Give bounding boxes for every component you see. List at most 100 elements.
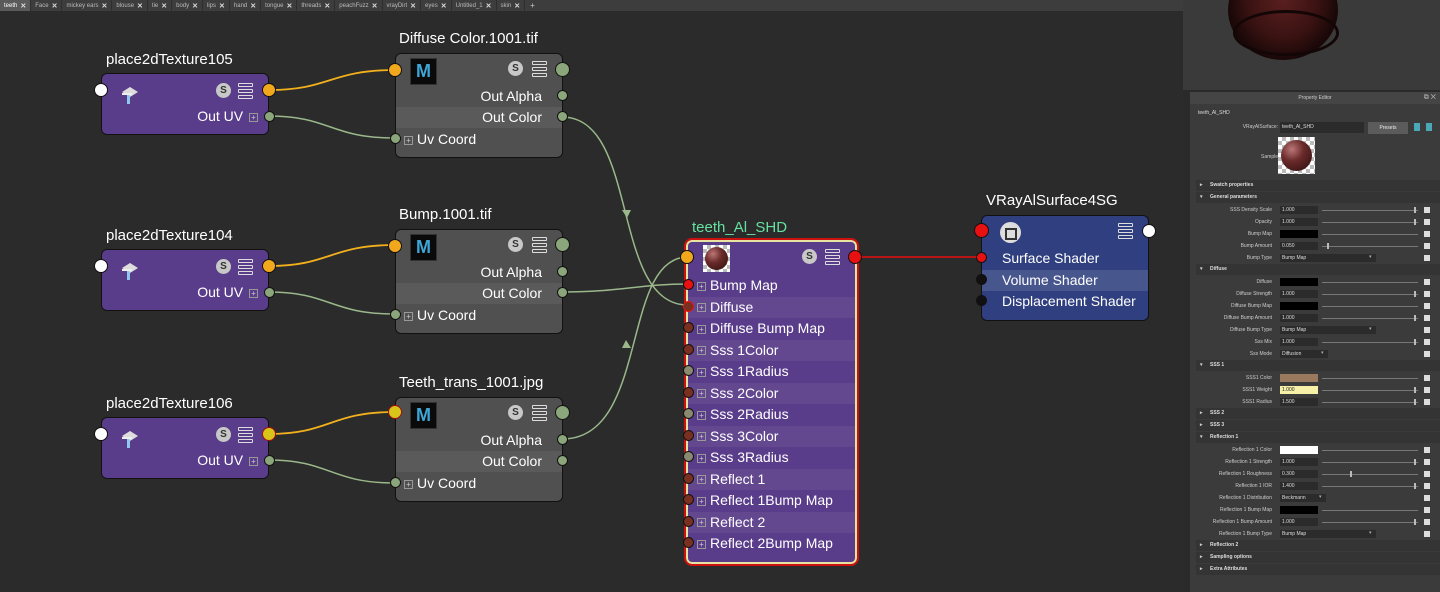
expand-icon[interactable]: + bbox=[697, 518, 706, 528]
map-button-icon[interactable] bbox=[1424, 471, 1430, 477]
prop-field[interactable]: 1.000 bbox=[1280, 218, 1318, 226]
prop-dropdown[interactable]: Bump Map bbox=[1280, 254, 1376, 262]
map-button-icon[interactable] bbox=[1424, 219, 1430, 225]
section-swatch[interactable]: ▸ Swatch properties bbox=[1196, 180, 1440, 191]
expand-icon[interactable]: + bbox=[697, 389, 706, 399]
prop-field[interactable]: 1.500 bbox=[1280, 398, 1318, 406]
map-button-icon[interactable] bbox=[1424, 495, 1430, 501]
expand-icon[interactable]: + bbox=[697, 410, 706, 420]
prop-field[interactable] bbox=[1280, 446, 1318, 454]
map-button-icon[interactable] bbox=[1424, 207, 1430, 213]
shader-attr-port[interactable] bbox=[683, 279, 694, 290]
close-icon[interactable]: ✕ bbox=[324, 2, 330, 10]
surface-shader-port[interactable] bbox=[976, 252, 987, 263]
presets-icon[interactable] bbox=[1414, 123, 1420, 131]
close-icon[interactable]: ✕ bbox=[514, 2, 520, 10]
expand-icon[interactable]: + bbox=[697, 346, 706, 356]
slider-handle[interactable] bbox=[1349, 471, 1352, 477]
map-button-icon[interactable] bbox=[1424, 399, 1430, 405]
chevron-down-icon[interactable]: ▾ bbox=[1321, 350, 1324, 356]
file-node-bump[interactable]: M S Out Alpha Out Color + Uv Coord bbox=[395, 229, 563, 334]
prop-slider[interactable] bbox=[1322, 522, 1418, 523]
prop-slider[interactable] bbox=[1322, 294, 1418, 295]
map-button-icon[interactable] bbox=[1424, 303, 1430, 309]
map-button-icon[interactable] bbox=[1424, 483, 1430, 489]
slider-handle[interactable] bbox=[1414, 483, 1416, 489]
tab-eyes[interactable]: eyes ✕ bbox=[421, 0, 452, 11]
input-port[interactable] bbox=[388, 405, 402, 419]
prop-field[interactable]: 0.300 bbox=[1280, 470, 1318, 478]
shader-attr-port[interactable] bbox=[683, 365, 694, 376]
close-icon[interactable]: ✕ bbox=[192, 2, 198, 10]
uv-coord-port[interactable] bbox=[390, 133, 401, 144]
map-button-icon[interactable] bbox=[1424, 387, 1430, 393]
chevron-down-icon[interactable]: ▾ bbox=[1369, 530, 1372, 536]
menu-icon[interactable] bbox=[825, 249, 840, 265]
shader-attr-port[interactable] bbox=[683, 300, 694, 312]
tab-skin[interactable]: skin ✕ bbox=[497, 0, 526, 11]
expand-arrow-icon[interactable]: ▾ bbox=[1200, 264, 1203, 275]
input-port[interactable] bbox=[680, 250, 694, 264]
input-port[interactable] bbox=[388, 63, 402, 77]
presets-button[interactable]: Presets bbox=[1368, 122, 1408, 134]
place2d-node-105[interactable]: S Out UV + bbox=[101, 73, 269, 135]
prop-field[interactable]: 0.050 bbox=[1280, 242, 1318, 250]
input-port[interactable] bbox=[388, 239, 402, 253]
chevron-down-icon[interactable]: ▾ bbox=[1319, 494, 1322, 500]
input-port[interactable] bbox=[974, 223, 989, 238]
prop-field[interactable]: 1.000 bbox=[1280, 386, 1318, 394]
slider-handle[interactable] bbox=[1414, 519, 1416, 525]
map-button-icon[interactable] bbox=[1424, 291, 1430, 297]
shader-attr-port[interactable] bbox=[683, 515, 694, 527]
s-button[interactable]: S bbox=[216, 427, 231, 442]
section-refl2[interactable]: ▸ Reflection 2 bbox=[1196, 540, 1440, 551]
prop-slider[interactable] bbox=[1322, 246, 1418, 247]
slider-handle[interactable] bbox=[1326, 243, 1329, 249]
prop-dropdown[interactable]: Bump Map bbox=[1280, 530, 1376, 538]
shader-attr-port[interactable] bbox=[683, 451, 694, 462]
uv-coord-port[interactable] bbox=[390, 309, 401, 320]
prop-field[interactable] bbox=[1280, 374, 1318, 382]
map-button-icon[interactable] bbox=[1424, 375, 1430, 381]
section-general[interactable]: ▾ General parameters bbox=[1196, 192, 1440, 203]
add-tab-button[interactable]: + bbox=[525, 1, 540, 10]
map-button-icon[interactable] bbox=[1424, 315, 1430, 321]
menu-icon[interactable] bbox=[238, 259, 253, 275]
section-sampling[interactable]: ▸ Sampling options bbox=[1196, 552, 1440, 563]
close-icon[interactable]: ✕ bbox=[101, 2, 107, 10]
section-sss1[interactable]: ▾ SSS 1 bbox=[1196, 360, 1440, 371]
s-button[interactable]: S bbox=[508, 237, 523, 252]
expand-icon[interactable]: + bbox=[697, 281, 706, 291]
shader-attr-port[interactable] bbox=[683, 322, 694, 333]
tab-teeth[interactable]: teeth ✕ bbox=[0, 0, 32, 11]
prop-slider[interactable] bbox=[1322, 342, 1418, 343]
output-port[interactable] bbox=[262, 427, 276, 441]
tab-untitled-1[interactable]: Untitled_1 ✕ bbox=[452, 0, 497, 11]
out-color-port[interactable] bbox=[557, 455, 568, 466]
prop-field[interactable]: 1.000 bbox=[1280, 458, 1318, 466]
s-button[interactable]: S bbox=[216, 259, 231, 274]
prop-slider[interactable] bbox=[1322, 210, 1418, 211]
menu-icon[interactable] bbox=[532, 405, 547, 421]
slider-handle[interactable] bbox=[1414, 291, 1416, 297]
shader-attr-port[interactable] bbox=[683, 408, 694, 419]
map-button-icon[interactable] bbox=[1424, 243, 1430, 249]
prop-slider[interactable] bbox=[1322, 462, 1418, 463]
chevron-down-icon[interactable]: ▾ bbox=[1369, 326, 1372, 332]
menu-icon[interactable] bbox=[238, 83, 253, 99]
map-button-icon[interactable] bbox=[1424, 279, 1430, 285]
section-diffuse[interactable]: ▾ Diffuse bbox=[1196, 264, 1440, 275]
shader-attr-port[interactable] bbox=[683, 343, 694, 355]
s-button[interactable]: S bbox=[216, 83, 231, 98]
chevron-down-icon[interactable]: ▾ bbox=[1369, 254, 1372, 260]
expand-arrow-icon[interactable]: ▸ bbox=[1200, 180, 1203, 191]
expand-arrow-icon[interactable]: ▸ bbox=[1200, 552, 1203, 563]
expand-icon[interactable]: + bbox=[697, 324, 706, 334]
close-icon[interactable]: ✕ bbox=[137, 2, 143, 10]
close-icon[interactable]: ✕ bbox=[372, 2, 378, 10]
slider-handle[interactable] bbox=[1414, 207, 1416, 213]
slider-handle[interactable] bbox=[1414, 399, 1416, 405]
prop-field[interactable]: 1.000 bbox=[1280, 206, 1318, 214]
map-button-icon[interactable] bbox=[1424, 231, 1430, 237]
slider-handle[interactable] bbox=[1414, 315, 1416, 321]
